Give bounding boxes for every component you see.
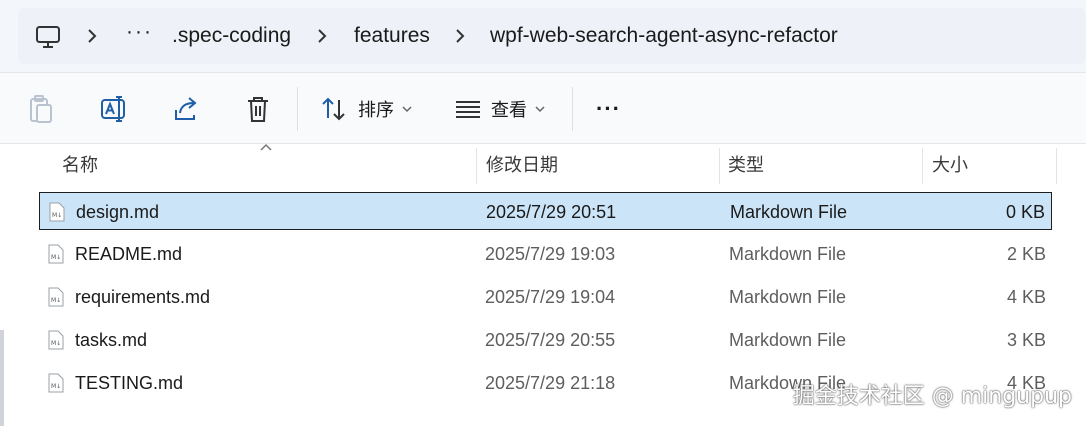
view-button[interactable]: 查看: [455, 93, 545, 125]
column-header-size[interactable]: 大小: [924, 144, 1054, 184]
toolbar-divider: [297, 87, 298, 131]
chevron-right-icon[interactable]: [452, 26, 468, 46]
file-row[interactable]: M↓ tasks.md 2025/7/29 20:55 Markdown Fil…: [39, 321, 1052, 359]
column-header-date[interactable]: 修改日期: [478, 144, 718, 184]
markdown-file-icon: M↓: [48, 244, 64, 264]
file-modified-date: 2025/7/29 21:18: [485, 372, 616, 393]
file-size: 2 KB: [1006, 243, 1046, 264]
file-modified-date: 2025/7/29 20:51: [486, 201, 617, 222]
file-size: 4 KB: [1006, 286, 1046, 307]
file-modified-date: 2025/7/29 19:03: [485, 243, 616, 264]
svg-text:M↓: M↓: [51, 340, 61, 347]
rename-icon: [101, 96, 125, 122]
sort-label: 排序: [358, 100, 394, 120]
view-list-icon: [456, 101, 480, 118]
column-divider[interactable]: [1056, 148, 1057, 184]
chevron-right-icon[interactable]: [314, 26, 330, 46]
file-name: requirements.md: [75, 286, 211, 307]
file-name: tasks.md: [75, 329, 148, 350]
file-name: design.md: [76, 201, 160, 222]
breadcrumb-current-folder[interactable]: wpf-web-search-agent-async-refactor: [490, 22, 838, 50]
file-row[interactable]: M↓ design.md 2025/7/29 20:51 Markdown Fi…: [39, 192, 1052, 230]
view-label: 查看: [491, 100, 527, 120]
column-header-type[interactable]: 类型: [720, 144, 920, 184]
toolbar-divider: [572, 87, 573, 131]
column-header-row: 名称 修改日期 类型 大小: [0, 144, 1086, 184]
file-type: Markdown File: [729, 286, 847, 307]
file-name: TESTING.md: [75, 372, 184, 393]
file-row[interactable]: M↓ README.md 2025/7/29 19:03 Markdown Fi…: [39, 235, 1052, 273]
breadcrumb-features[interactable]: features: [354, 22, 430, 50]
file-row[interactable]: M↓ requirements.md 2025/7/29 19:04 Markd…: [39, 278, 1052, 316]
markdown-file-icon: M↓: [48, 287, 64, 307]
file-modified-date: 2025/7/29 19:04: [485, 286, 616, 307]
navigation-pane-edge[interactable]: [0, 330, 4, 426]
file-size: 3 KB: [1006, 329, 1046, 350]
sort-button[interactable]: 排序: [320, 93, 412, 125]
file-type: Markdown File: [729, 243, 847, 264]
watermark: 掘金技术社区 @ mingupup: [792, 384, 1072, 409]
computer-icon[interactable]: [35, 24, 61, 50]
sort-icon: [322, 97, 345, 121]
markdown-file-icon: M↓: [49, 202, 65, 222]
paste-icon: [30, 95, 52, 123]
file-name: README.md: [75, 243, 183, 264]
address-bar[interactable]: ··· .spec-coding features wpf-web-search…: [18, 8, 1086, 64]
markdown-file-icon: M↓: [48, 330, 64, 350]
svg-text:M↓: M↓: [51, 383, 61, 390]
share-button[interactable]: [172, 93, 200, 125]
delete-button[interactable]: [245, 93, 271, 125]
command-bar: 排序 查看 ···: [0, 72, 1086, 144]
more-options-button[interactable]: ···: [596, 93, 621, 125]
svg-text:M↓: M↓: [52, 212, 62, 219]
file-type: Markdown File: [729, 329, 847, 350]
trash-icon: [248, 97, 268, 122]
file-type: Markdown File: [730, 201, 848, 222]
rename-button[interactable]: [100, 93, 128, 125]
more-icon: ···: [596, 96, 621, 121]
breadcrumb-overflow[interactable]: ···: [126, 20, 153, 44]
column-header-name[interactable]: 名称: [54, 144, 474, 184]
address-area: ··· .spec-coding features wpf-web-search…: [0, 0, 1086, 72]
file-modified-date: 2025/7/29 20:55: [485, 329, 616, 350]
svg-text:M↓: M↓: [51, 297, 61, 304]
column-divider[interactable]: [922, 148, 923, 184]
chevron-down-icon: [535, 106, 545, 113]
breadcrumb-spec-coding[interactable]: .spec-coding: [172, 22, 291, 50]
column-divider[interactable]: [476, 148, 477, 184]
svg-text:M↓: M↓: [51, 254, 61, 261]
markdown-file-icon: M↓: [48, 373, 64, 393]
file-size: 0 KB: [1005, 201, 1045, 222]
chevron-right-icon[interactable]: [84, 26, 100, 46]
paste-button[interactable]: [28, 93, 54, 125]
chevron-down-icon: [402, 106, 412, 113]
share-icon: [175, 97, 197, 120]
